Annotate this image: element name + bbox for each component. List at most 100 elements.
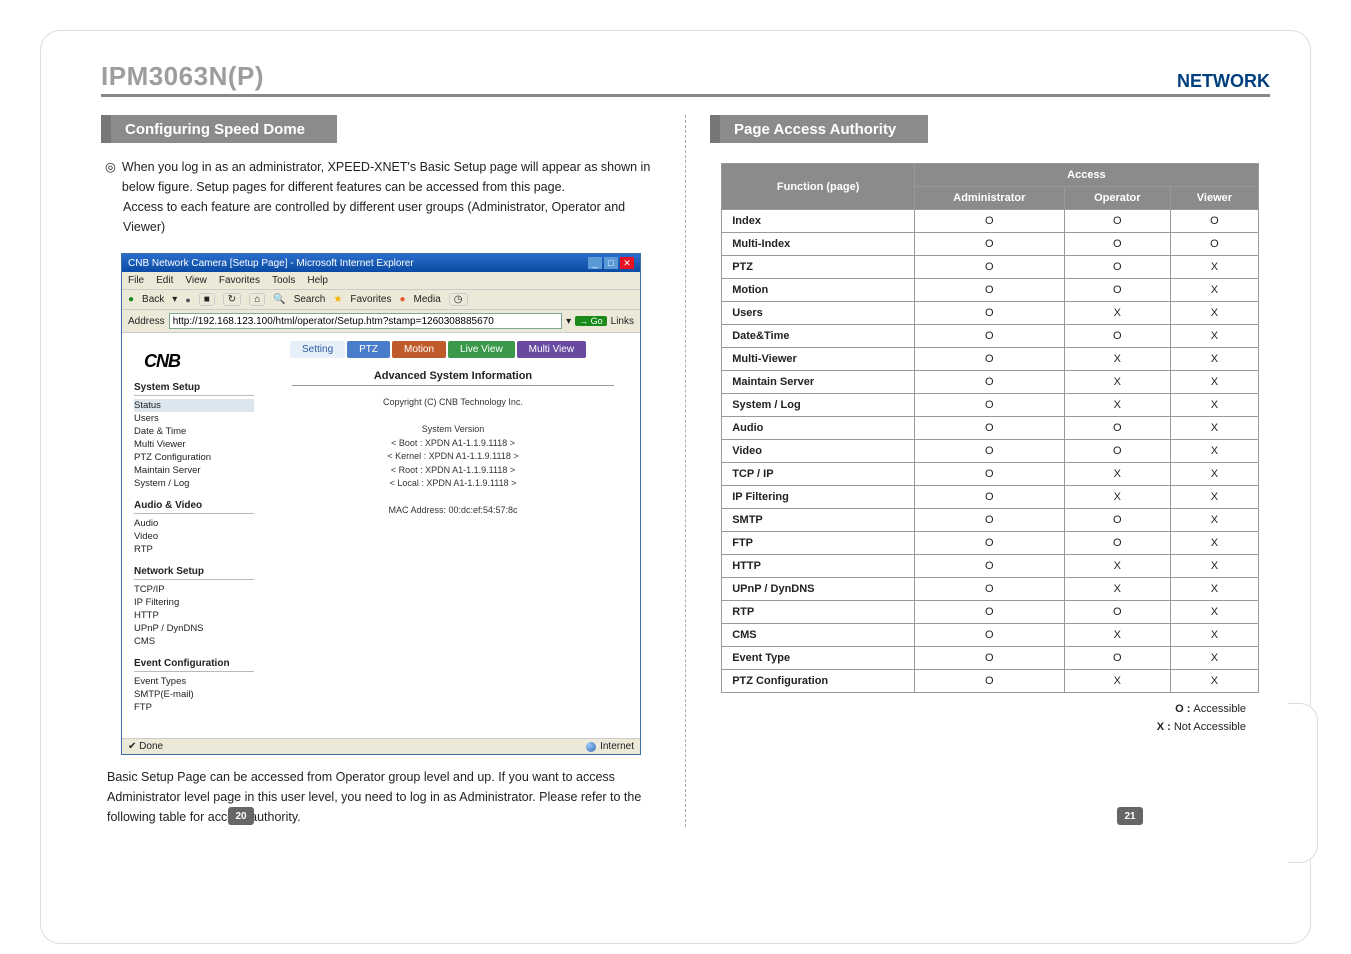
ie-sidebar: CNB System SetupStatusUsersDate & TimeMu… (128, 341, 260, 718)
cell-access: X (1171, 417, 1259, 440)
table-row: SMTPOOX (722, 509, 1259, 532)
cell-function: Multi-Viewer (722, 348, 915, 371)
cell-access: O (915, 624, 1065, 647)
tab-liveview[interactable]: Live View (448, 341, 515, 358)
menu-file[interactable]: File (128, 275, 144, 286)
stop-icon[interactable]: ■ (199, 293, 215, 306)
favorites-icon[interactable]: ★ (333, 294, 342, 305)
cell-access: X (1171, 394, 1259, 417)
th-access: Access (915, 164, 1259, 187)
media-label[interactable]: Media (414, 294, 441, 305)
cell-access: X (1064, 348, 1170, 371)
sidebar-item[interactable]: Status (134, 399, 254, 412)
menu-tools[interactable]: Tools (272, 275, 295, 286)
ie-addressbar: Address ▾ → Go Links (122, 310, 640, 333)
ie-title-text: CNB Network Camera [Setup Page] - Micros… (128, 258, 414, 269)
address-input[interactable] (169, 313, 562, 329)
home-icon[interactable]: ⌂ (249, 293, 265, 306)
sidebar-item[interactable]: UPnP / DynDNS (134, 622, 254, 635)
sidebar-item[interactable]: FTP (134, 701, 254, 714)
cell-function: Index (722, 210, 915, 233)
sysver-1: < Kernel : XPDN A1-1.1.9.1118 > (272, 450, 634, 464)
sidebar-group: Network SetupTCP/IPIP FilteringHTTPUPnP … (134, 566, 254, 648)
table-row: Multi-ViewerOXX (722, 348, 1259, 371)
cell-access: O (915, 670, 1065, 693)
sidebar-item[interactable]: PTZ Configuration (134, 451, 254, 464)
history-icon[interactable]: ◷ (449, 293, 468, 306)
cell-function: Audio (722, 417, 915, 440)
cell-access: O (1171, 210, 1259, 233)
sidebar-item[interactable]: IP Filtering (134, 596, 254, 609)
cell-access: O (1064, 647, 1170, 670)
sidebar-item[interactable]: Video (134, 530, 254, 543)
cell-access: X (1064, 670, 1170, 693)
cell-access: O (915, 371, 1065, 394)
minimize-icon[interactable]: _ (588, 257, 602, 269)
cell-access: X (1171, 670, 1259, 693)
sidebar-item[interactable]: Multi Viewer (134, 438, 254, 451)
tab-motion[interactable]: Motion (392, 341, 446, 358)
cell-function: FTP (722, 532, 915, 555)
favorites-label[interactable]: Favorites (350, 294, 391, 305)
decorative-shape (1288, 703, 1318, 863)
cell-access: X (1064, 578, 1170, 601)
sidebar-item[interactable]: CMS (134, 635, 254, 648)
menu-favorites[interactable]: Favorites (219, 275, 260, 286)
ie-window-figure: CNB Network Camera [Setup Page] - Micros… (121, 253, 641, 755)
cell-access: O (915, 463, 1065, 486)
cell-access: X (1171, 348, 1259, 371)
sidebar-item[interactable]: Maintain Server (134, 464, 254, 477)
menu-view[interactable]: View (185, 275, 207, 286)
cell-access: X (1171, 578, 1259, 601)
back-icon[interactable]: ● (128, 294, 134, 305)
sidebar-item[interactable]: System / Log (134, 477, 254, 490)
tab-ptz[interactable]: PTZ (347, 341, 390, 358)
table-row: CMSOXX (722, 624, 1259, 647)
page-number-left: 20 (228, 807, 254, 825)
media-icon[interactable]: ● (399, 294, 405, 305)
close-icon[interactable]: ✕ (620, 257, 634, 269)
sidebar-item[interactable]: Users (134, 412, 254, 425)
go-dropdown-icon[interactable]: ▾ (566, 316, 571, 327)
sidebar-item[interactable]: RTP (134, 543, 254, 556)
forward-icon[interactable]: ● (185, 295, 190, 305)
menu-edit[interactable]: Edit (156, 275, 173, 286)
cell-access: O (1064, 440, 1170, 463)
tab-multiview[interactable]: Multi View (517, 341, 586, 358)
maximize-icon[interactable]: □ (604, 257, 618, 269)
th-function: Function (page) (722, 164, 915, 210)
cell-function: Motion (722, 279, 915, 302)
cell-function: TCP / IP (722, 463, 915, 486)
table-row: PTZOOX (722, 256, 1259, 279)
table-row: System / LogOXX (722, 394, 1259, 417)
go-button[interactable]: → Go (575, 316, 607, 326)
back-label[interactable]: Back (142, 294, 164, 305)
cell-access: X (1171, 256, 1259, 279)
ie-titlebar: CNB Network Camera [Setup Page] - Micros… (122, 254, 640, 272)
cell-access: O (1064, 233, 1170, 256)
cell-access: O (1064, 279, 1170, 302)
table-row: Event TypeOOX (722, 647, 1259, 670)
sidebar-item[interactable]: Date & Time (134, 425, 254, 438)
ie-main-panel: Setting PTZ Motion Live View Multi View … (260, 341, 634, 718)
cell-access: O (1064, 532, 1170, 555)
search-icon[interactable]: 🔍 (273, 294, 285, 305)
sidebar-item[interactable]: Audio (134, 517, 254, 530)
sidebar-item[interactable]: Event Types (134, 675, 254, 688)
table-legend: O : Accessible X : Not Accessible (710, 701, 1246, 736)
search-label[interactable]: Search (294, 294, 326, 305)
sidebar-item[interactable]: SMTP(E-mail) (134, 688, 254, 701)
cell-access: O (915, 394, 1065, 417)
sidebar-item[interactable]: TCP/IP (134, 583, 254, 596)
cell-access: X (1064, 486, 1170, 509)
cell-access: O (1064, 417, 1170, 440)
cell-function: RTP (722, 601, 915, 624)
sidebar-group: System SetupStatusUsersDate & TimeMulti … (134, 382, 254, 490)
refresh-icon[interactable]: ↻ (223, 293, 241, 306)
menu-help[interactable]: Help (307, 275, 328, 286)
th-admin: Administrator (915, 187, 1065, 210)
page-number-right: 21 (1117, 807, 1143, 825)
tab-setting[interactable]: Setting (290, 341, 345, 358)
sidebar-item[interactable]: HTTP (134, 609, 254, 622)
cell-function: PTZ Configuration (722, 670, 915, 693)
